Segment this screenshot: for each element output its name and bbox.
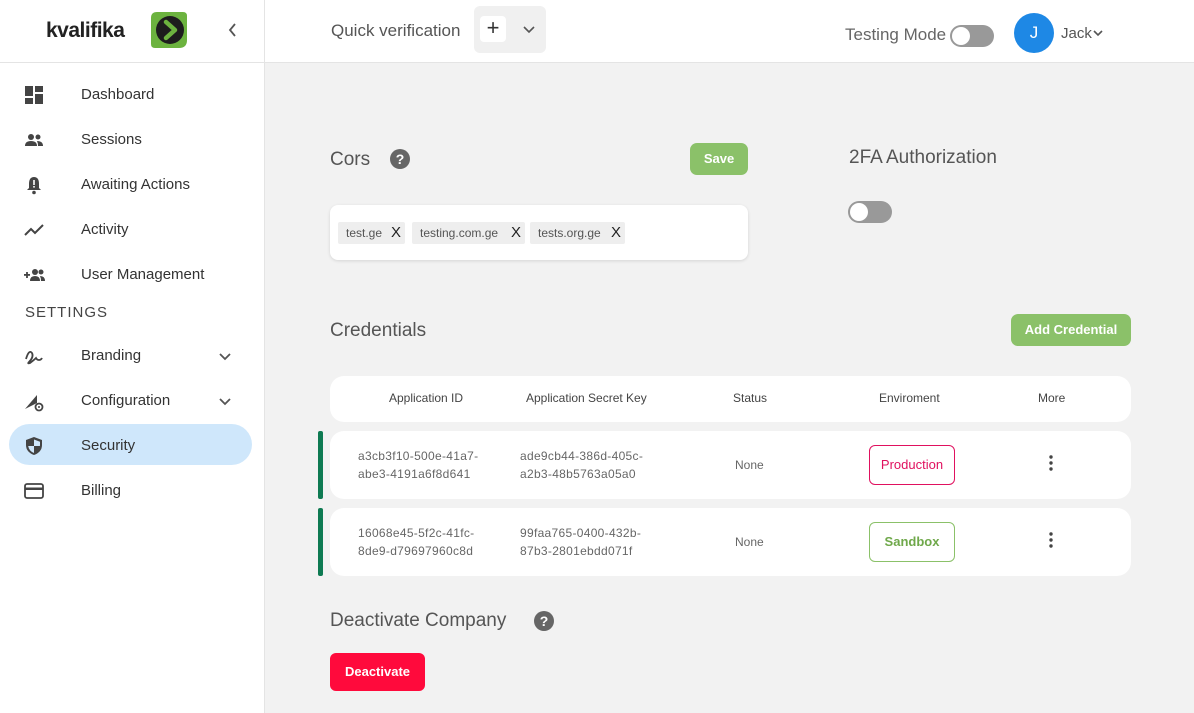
sidebar-item-label: Billing <box>81 482 122 499</box>
sidebar-item-awaiting-actions[interactable]: Awaiting Actions <box>0 162 265 207</box>
sidebar: kvalifika Dashboard Sessions Awaiting Ac… <box>0 0 265 713</box>
settings-section-header: SETTINGS <box>0 297 265 333</box>
application-id-cell: a3cb3f10-500e-41a7- abe3-4191a6f8d641 <box>358 449 479 481</box>
sidebar-item-configuration[interactable]: Configuration <box>0 378 265 423</box>
help-icon[interactable]: ? <box>534 611 554 631</box>
domain-chip: test.ge X <box>338 222 405 244</box>
avatar[interactable]: J <box>1014 13 1054 53</box>
column-header: Status <box>733 391 768 405</box>
testing-mode-label: Testing Mode <box>845 25 947 44</box>
more-vertical-icon[interactable] <box>1045 453 1057 473</box>
chevron-down-icon <box>219 398 231 406</box>
config-icon <box>25 395 44 412</box>
sidebar-item-label: Security <box>81 437 136 454</box>
sidebar-nav: Dashboard Sessions Awaiting Actions Acti… <box>0 72 265 513</box>
bell-alert-icon <box>27 177 41 195</box>
sidebar-item-label: Configuration <box>81 392 171 409</box>
environment-production-button[interactable]: Production <box>869 445 955 485</box>
column-header: Application Secret Key <box>526 391 647 405</box>
sidebar-item-label: User Management <box>81 266 205 283</box>
domain-chip-label: tests.org.ge <box>538 226 601 240</box>
deactivate-title: Deactivate Company <box>330 610 507 631</box>
application-id-cell: 16068e45-5f2c-41fc- 8de9-d79697960c8d <box>358 526 475 558</box>
remove-chip-icon[interactable]: X <box>511 222 521 244</box>
add-credential-button[interactable]: Add Credential <box>1011 314 1131 346</box>
status-cell: None <box>735 535 764 549</box>
domain-chip-label: test.ge <box>346 226 383 240</box>
activity-icon <box>24 224 44 236</box>
quick-verification-control: + <box>474 6 546 53</box>
column-header: Application ID <box>389 391 464 405</box>
quick-verification-add-button[interactable]: + <box>480 16 506 42</box>
deactivate-button[interactable]: Deactivate <box>330 653 425 691</box>
sidebar-item-label: Dashboard <box>81 86 155 103</box>
column-header: Enviroment <box>879 391 940 405</box>
environment-sandbox-button[interactable]: Sandbox <box>869 522 955 562</box>
testing-mode-toggle[interactable] <box>950 25 994 47</box>
sidebar-item-label: Awaiting Actions <box>81 176 190 193</box>
sidebar-item-label: Activity <box>81 221 129 238</box>
chevron-down-icon[interactable] <box>1092 27 1104 39</box>
twofa-title: 2FA Authorization <box>849 147 997 168</box>
secret-key-cell: ade9cb44-386d-405c- a2b3-48b5763a05a0 <box>520 449 644 481</box>
top-bar: Quick verification + Testing Mode J Jack <box>265 0 1194 63</box>
sidebar-item-billing[interactable]: Billing <box>0 468 265 513</box>
settings-header-label: SETTINGS <box>25 304 109 321</box>
table-row: 16068e45-5f2c-41fc- 8de9-d79697960c8d 99… <box>330 508 1131 576</box>
twofa-toggle[interactable] <box>848 201 892 223</box>
logo-badge-icon <box>151 12 187 48</box>
chevron-down-icon[interactable] <box>520 20 538 38</box>
remove-chip-icon[interactable]: X <box>611 222 621 244</box>
logo-area: kvalifika <box>0 0 264 63</box>
column-header: More <box>1038 391 1066 405</box>
sidebar-item-sessions[interactable]: Sessions <box>0 117 265 162</box>
sidebar-item-branding[interactable]: Branding <box>0 333 265 378</box>
domain-chip: tests.org.ge X <box>530 222 625 244</box>
table-row: a3cb3f10-500e-41a7- abe3-4191a6f8d641 ad… <box>330 431 1131 499</box>
domain-chip: testing.com.ge X <box>412 222 525 244</box>
card-icon <box>24 483 44 499</box>
people-icon <box>25 134 43 146</box>
more-vertical-icon[interactable] <box>1045 530 1057 550</box>
user-name[interactable]: Jack <box>1061 25 1092 42</box>
sidebar-item-security[interactable]: Security <box>0 423 265 468</box>
help-icon[interactable]: ? <box>390 149 410 169</box>
dashboard-icon <box>25 86 43 104</box>
shield-icon <box>26 437 42 455</box>
secret-key-cell: 99faa765-0400-432b- 87b3-2801ebdd071f <box>520 526 642 558</box>
domain-chip-label: testing.com.ge <box>420 226 499 240</box>
remove-chip-icon[interactable]: X <box>391 222 401 244</box>
row-marker <box>318 431 323 499</box>
add-user-icon <box>24 269 45 281</box>
status-cell: None <box>735 458 764 472</box>
cors-domains-input[interactable]: test.ge X testing.com.ge X tests.org.ge … <box>330 205 748 260</box>
save-button[interactable]: Save <box>690 143 748 175</box>
sidebar-item-dashboard[interactable]: Dashboard <box>0 72 265 117</box>
row-marker <box>318 508 323 576</box>
sidebar-item-user-management[interactable]: User Management <box>0 252 265 297</box>
chevron-down-icon <box>219 353 231 361</box>
signature-icon <box>25 350 43 365</box>
credentials-title: Credentials <box>330 320 427 341</box>
logo-text: kvalifika <box>46 19 125 42</box>
sidebar-item-label: Branding <box>81 347 142 364</box>
credentials-table-header: Application ID Application Secret Key St… <box>330 376 1131 422</box>
quick-verification-label: Quick verification <box>331 21 461 40</box>
sidebar-item-activity[interactable]: Activity <box>0 207 265 252</box>
cors-title: Cors <box>330 149 371 170</box>
sidebar-item-label: Sessions <box>81 131 142 148</box>
collapse-sidebar-icon[interactable] <box>223 20 243 40</box>
